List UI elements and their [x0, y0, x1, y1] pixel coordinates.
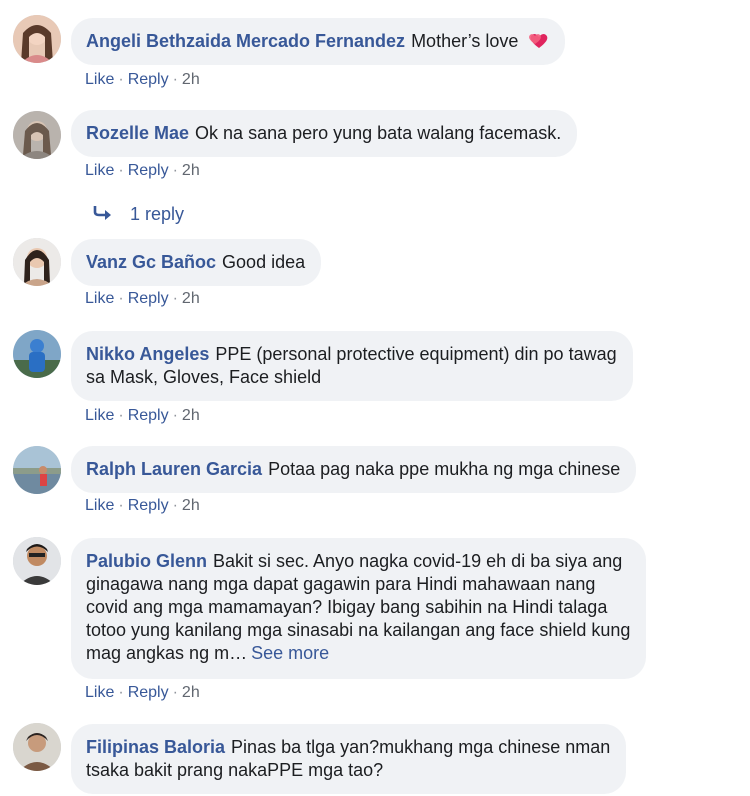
comment-bubble: Vanz Gc Bañoc Good idea — [71, 239, 322, 286]
avatar[interactable] — [13, 238, 61, 286]
comment-text-line: ginagawa nang mga dapat gagawin para Hin… — [86, 574, 596, 594]
comment-text-line: PPE (personal protective equipment) din … — [215, 344, 617, 364]
separator: · — [118, 162, 124, 179]
comment-actions: Like · Reply · 2h — [85, 496, 200, 516]
comment-timestamp[interactable]: 2h — [182, 71, 200, 88]
avatar[interactable] — [13, 446, 61, 494]
avatar[interactable] — [13, 537, 61, 585]
like-button[interactable]: Like — [85, 290, 114, 307]
comment-timestamp[interactable]: 2h — [182, 684, 200, 701]
comment-timestamp[interactable]: 2h — [182, 290, 200, 307]
separator: · — [172, 290, 178, 307]
comment-bubble: Palubio Glenn Bakit si sec. Anyo nagka co… — [71, 538, 647, 679]
comment-text-line: tsaka bakit prang nakaPPE mga tao? — [86, 760, 384, 780]
reply-button[interactable]: Reply — [128, 684, 169, 701]
comment-bubble: Angeli Bethzaida Mercado Fernandez Mother… — [71, 18, 566, 65]
comment-text-line: Bakit si sec. Anyo nagka covid-19 eh di … — [213, 551, 623, 571]
comment-author[interactable]: Filipinas Baloria — [86, 737, 225, 757]
avatar[interactable] — [13, 111, 61, 159]
replies-count: 1 reply — [130, 204, 185, 224]
comment-text-line: totoo yung kanilang mga sinasabi na kail… — [86, 620, 631, 640]
comment-author[interactable]: Palubio Glenn — [86, 551, 207, 571]
comment-author[interactable]: Vanz Gc Bañoc — [86, 252, 216, 272]
comment-author[interactable]: Angeli Bethzaida Mercado Fernandez — [86, 31, 405, 51]
comment-text: Potaa pag naka ppe mukha ng mga chinese — [268, 459, 621, 479]
view-replies-link[interactable]: 1 reply — [92, 203, 184, 225]
comment-timestamp[interactable]: 2h — [182, 497, 200, 514]
comment-author[interactable]: Nikko Angeles — [86, 344, 209, 364]
comment-text-line: Pinas ba tlga yan?mukhang mga chinese nm… — [231, 737, 611, 757]
comment-text-line: covid ang mga mamamayan? Ibigay bang sab… — [86, 597, 608, 617]
separator: · — [172, 407, 178, 424]
comment-bubble: Ralph Lauren Garcia Potaa pag naka ppe mu… — [71, 446, 637, 493]
avatar[interactable] — [13, 723, 61, 771]
separator: · — [172, 71, 178, 88]
separator: · — [118, 684, 124, 701]
comment-text: Ok na sana pero yung bata walang facemas… — [195, 123, 562, 143]
separator: · — [172, 162, 178, 179]
reply-button[interactable]: Reply — [128, 162, 169, 179]
comment-bubble: Nikko Angeles PPE (personal protective eq… — [71, 331, 633, 401]
see-more-link[interactable]: See more — [251, 643, 329, 663]
comment-author[interactable]: Rozelle Mae — [86, 123, 189, 143]
comment-actions: Like · Reply · 2h — [85, 70, 200, 90]
like-button[interactable]: Like — [85, 684, 114, 701]
comment-text-line: mag angkas ng m… — [86, 643, 248, 663]
comment-actions: Like · Reply · 2h — [85, 161, 200, 181]
comment-bubble: Rozelle Mae Ok na sana pero yung bata wal… — [71, 110, 578, 157]
comment-text-line: sa Mask, Gloves, Face shield — [86, 367, 322, 387]
separator: · — [172, 684, 178, 701]
avatar[interactable] — [13, 15, 61, 63]
comment-timestamp[interactable]: 2h — [182, 162, 200, 179]
comment-text: Good idea — [222, 252, 306, 272]
avatar[interactable] — [13, 330, 61, 378]
separator: · — [172, 497, 178, 514]
comment-text: Mother’s love — [411, 31, 519, 51]
reply-arrow-icon — [92, 203, 114, 225]
comment-timestamp[interactable]: 2h — [182, 407, 200, 424]
like-button[interactable]: Like — [85, 71, 114, 88]
like-button[interactable]: Like — [85, 162, 114, 179]
reply-button[interactable]: Reply — [128, 290, 169, 307]
separator: · — [118, 71, 124, 88]
separator: · — [118, 407, 124, 424]
like-button[interactable]: Like — [85, 497, 114, 514]
reply-button[interactable]: Reply — [128, 71, 169, 88]
comment-actions: Like · Reply · 2h — [85, 289, 200, 309]
separator: · — [118, 290, 124, 307]
like-button[interactable]: Like — [85, 407, 114, 424]
two-hearts-icon — [527, 30, 549, 50]
comment-bubble: Filipinas Baloria Pinas ba tlga yan?mukha… — [71, 724, 627, 794]
comment-actions: Like · Reply · 2h — [85, 683, 200, 703]
comment-author[interactable]: Ralph Lauren Garcia — [86, 459, 262, 479]
reply-button[interactable]: Reply — [128, 407, 169, 424]
reply-button[interactable]: Reply — [128, 497, 169, 514]
separator: · — [118, 497, 124, 514]
comment-actions: Like · Reply · 2h — [85, 406, 200, 426]
